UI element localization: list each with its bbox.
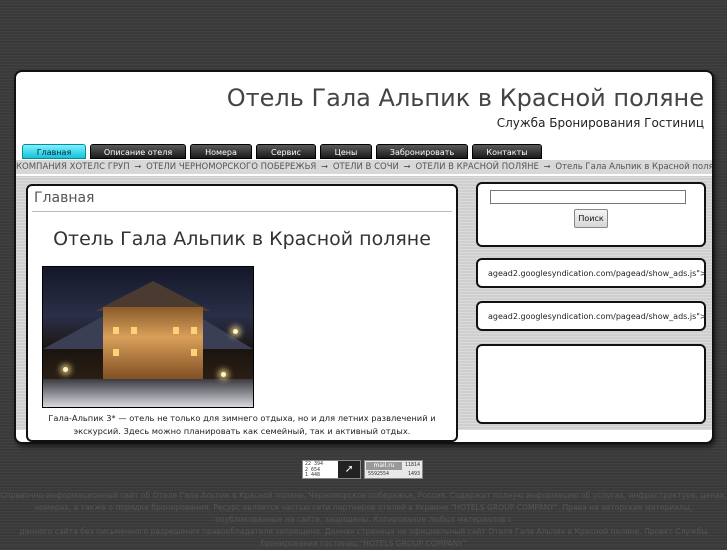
search-input[interactable] (490, 190, 686, 204)
breadcrumb-current: Отель Гала Альпик в Красной поляне (555, 162, 712, 172)
breadcrumb: КОМПАНИЯ ХОТЕЛС ГРУП ➞ ОТЕЛИ ЧЕРНОМОРСКО… (16, 160, 712, 174)
nav-item-description[interactable]: Описание отеля (90, 144, 186, 159)
hotel-photo (42, 266, 254, 408)
counter-value: 5592554 (368, 471, 390, 477)
ad-slot-text: agead2.googlesyndication.com/pagead/show… (488, 311, 707, 321)
nav-item-rooms[interactable]: Номера (190, 144, 252, 159)
nav-item-service[interactable]: Сервис (256, 144, 316, 159)
nav-item-home[interactable]: Главная (22, 144, 86, 159)
liveinternet-counter[interactable]: 22 394 2 654 1 448 ➚ (302, 460, 361, 479)
footer: Справочно-информационный сайт об Отеле Г… (0, 490, 727, 550)
counter-value: 1493 (407, 471, 420, 477)
nav-item-prices[interactable]: Цены (320, 144, 372, 159)
page-container: Отель Гала Альпик в Красной поляне Служб… (14, 70, 714, 444)
search-button[interactable]: Поиск (574, 209, 608, 228)
site-subtitle: Служба Бронирования Гостиниц (496, 116, 704, 130)
breadcrumb-link-krasnaya-polyana[interactable]: ОТЕЛИ В КРАСНОЙ ПОЛЯНЕ (415, 162, 538, 172)
hotel-title: Отель Гала Альпик в Красной поляне (53, 228, 431, 250)
breadcrumb-separator: ➞ (543, 162, 551, 172)
nav-item-booking[interactable]: Забронировать (376, 144, 468, 159)
breadcrumb-link-sochi[interactable]: ОТЕЛИ В СОЧИ (333, 162, 399, 172)
counter-value: 1 448 (305, 472, 321, 478)
footer-line: данного сайта без письменного разрешения… (19, 527, 708, 536)
arrow-icon: ➚ (338, 461, 360, 478)
site-title: Отель Гала Альпик в Красной поляне (226, 84, 704, 112)
search-box: Поиск (476, 182, 706, 247)
nav-item-contacts[interactable]: Контакты (472, 144, 542, 159)
breadcrumb-separator: ➞ (321, 162, 329, 172)
main-content-box: Главная Отель Гала Альпик в Красной поля… (26, 184, 458, 442)
ad-slot-1: agead2.googlesyndication.com/pagead/show… (476, 258, 707, 288)
page-heading: Главная (34, 190, 95, 206)
counter-value: 11814 (404, 462, 420, 468)
hotel-caption: Гала-Альпик 3* — отель не только для зим… (38, 412, 446, 438)
caption-line: Гала-Альпик 3* — отель не только для зим… (48, 413, 436, 423)
footer-line: бронирования гостиниц "HOTELS GROUP COMP… (260, 539, 467, 548)
breadcrumb-link-company[interactable]: КОМПАНИЯ ХОТЕЛС ГРУП (16, 162, 130, 172)
ad-slot-3 (476, 344, 706, 424)
footer-line: Справочно-информационный сайт об Отеле Г… (0, 491, 727, 500)
ad-slot-text: agead2.googlesyndication.com/pagead/show… (488, 268, 707, 278)
caption-line: экскурсий. Здесь можно планировать как с… (73, 426, 411, 436)
heading-divider (32, 211, 452, 212)
breadcrumb-link-black-sea[interactable]: ОТЕЛИ ЧЕРНОМОРСКОГО ПОБЕРЕЖЬЯ (146, 162, 316, 172)
ad-slot-2: agead2.googlesyndication.com/pagead/show… (476, 301, 707, 331)
mailru-logo: mail.ru (366, 462, 402, 470)
mailru-counter[interactable]: mail.ru 5592554 11814 1493 (364, 460, 423, 479)
breadcrumb-separator: ➞ (403, 162, 411, 172)
footer-line: номерах, а также о порядке бронирования.… (34, 503, 693, 524)
breadcrumb-separator: ➞ (134, 162, 142, 172)
